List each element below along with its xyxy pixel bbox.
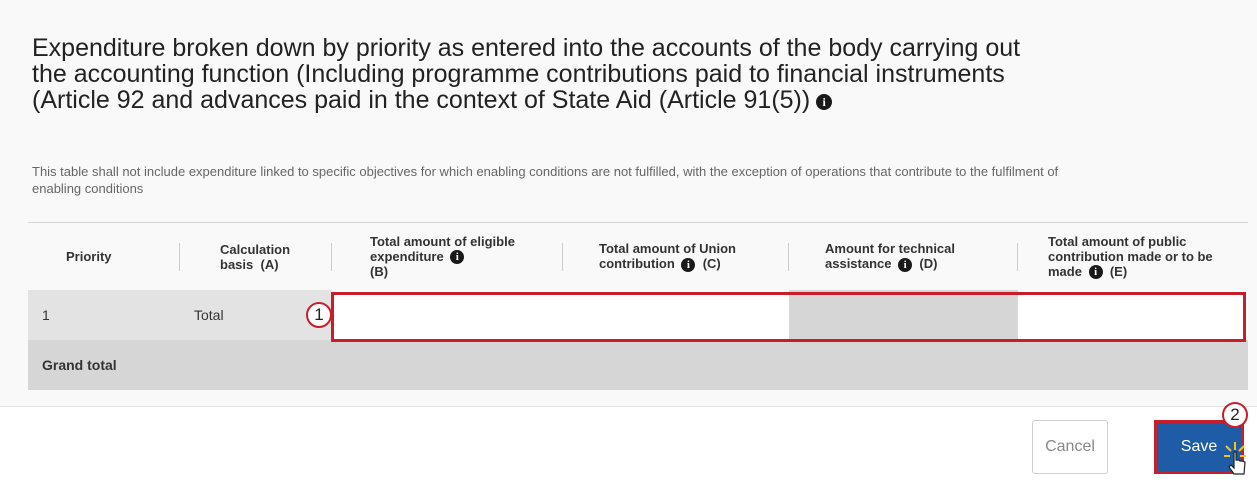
info-icon[interactable]: i (816, 94, 833, 110)
eligible-expenditure-input[interactable] (332, 290, 789, 340)
header-public-contribution: Total amount of public contribution made… (1048, 233, 1213, 280)
step-marker-1: 1 (306, 302, 332, 328)
priority-table: Priority Calculation basis (A) Total amo… (28, 222, 1248, 390)
footer-divider (0, 406, 1257, 407)
info-icon[interactable]: i (450, 250, 465, 265)
header-union-contribution: Total amount of Union contribution i (C) (563, 223, 789, 290)
cancel-button[interactable]: Cancel (1032, 420, 1108, 474)
technical-assistance-cell (789, 290, 1018, 340)
grand-total-label: Grand total (42, 357, 117, 373)
info-icon[interactable]: i (681, 257, 696, 272)
step-marker-2: 2 (1222, 402, 1248, 428)
cell-priority: 1 (42, 307, 50, 323)
section-subtitle: This table shall not include expenditure… (32, 164, 1059, 196)
info-icon[interactable]: i (898, 257, 913, 272)
header-eligible-expenditure: Total amount of eligible expenditure i (B… (332, 223, 563, 290)
section-title-text: Expenditure broken down by priority as e… (32, 34, 1021, 114)
header-calculation-basis: Calculation basis (A) (180, 223, 332, 290)
header-technical-assistance: Amount for technical assistance i (D) (789, 223, 1018, 290)
header-priority: Priority (28, 223, 180, 290)
table-row: 1 Total (28, 290, 1248, 340)
public-contribution-input[interactable] (1018, 290, 1248, 340)
info-icon[interactable]: i (1088, 265, 1103, 280)
pointer-cursor-icon (1224, 442, 1246, 475)
grand-total-row: Grand total (28, 340, 1248, 390)
table-header: Priority Calculation basis (A) Total amo… (28, 222, 1248, 290)
section-title: Expenditure broken down by priority as e… (32, 35, 1052, 113)
